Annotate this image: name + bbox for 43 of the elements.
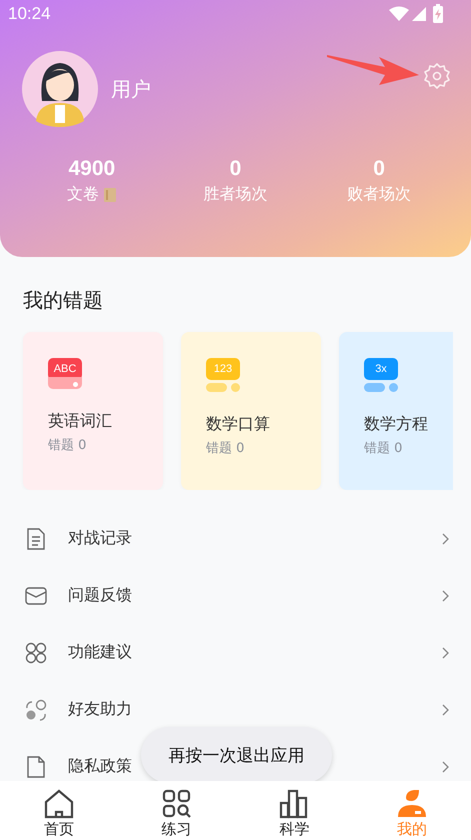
nav-tab[interactable]: 练习: [118, 781, 236, 840]
chevron-icon: [442, 704, 449, 716]
nav-tab[interactable]: 首页: [0, 781, 118, 840]
menu-item[interactable]: 好友助力: [68, 699, 132, 720]
status-time: 10:24: [8, 4, 51, 24]
menu-item[interactable]: 对战记录: [68, 528, 132, 549]
page-icon: [25, 756, 47, 778]
dots-icon: [25, 698, 47, 720]
card-title: 数学口算: [206, 414, 271, 435]
chevron-icon: [442, 760, 449, 772]
stat-label: 胜者场次: [203, 184, 268, 205]
menu-item[interactable]: 功能建议: [68, 642, 132, 663]
grid-search-icon: [162, 789, 192, 819]
stat-label: 文卷: [66, 184, 99, 205]
section-title: 我的错题: [23, 287, 104, 314]
home-icon: [44, 789, 74, 819]
category-card[interactable]: 123 数学口算 错题 0: [181, 332, 321, 490]
card-subtitle: 错题 0: [48, 437, 88, 454]
card-subtitle: 错题 0: [206, 440, 246, 457]
toast-message: 再按一次退出应用: [141, 727, 332, 781]
menu-item[interactable]: 隐私政策: [68, 756, 132, 777]
nav-tab[interactable]: 科学: [236, 781, 354, 840]
document-icon: [25, 528, 47, 550]
card-title: 数学方程: [364, 414, 429, 435]
chevron-icon: [442, 532, 449, 544]
stat-label: 败者场次: [347, 184, 412, 205]
stat-value: 0: [230, 157, 242, 181]
chevron-icon: [442, 646, 449, 658]
bar-chart-icon: [279, 789, 310, 819]
stat-value: 0: [373, 157, 385, 181]
category-card[interactable]: 3x 数学方程 错题 0: [339, 332, 453, 490]
stat-value: 4900: [68, 157, 116, 181]
circles-icon: [25, 642, 47, 664]
person-icon: [397, 789, 428, 819]
username: 用户: [111, 76, 151, 102]
chevron-icon: [442, 590, 449, 602]
scroll-icon: [102, 186, 117, 202]
avatar[interactable]: [22, 51, 98, 127]
menu-item[interactable]: 问题反馈: [68, 585, 132, 606]
card-title: 英语词汇: [48, 411, 113, 432]
card-subtitle: 错题 0: [364, 440, 404, 457]
category-card[interactable]: ABC 英语词汇 错题 0: [23, 332, 163, 490]
mail-icon: [25, 584, 47, 606]
